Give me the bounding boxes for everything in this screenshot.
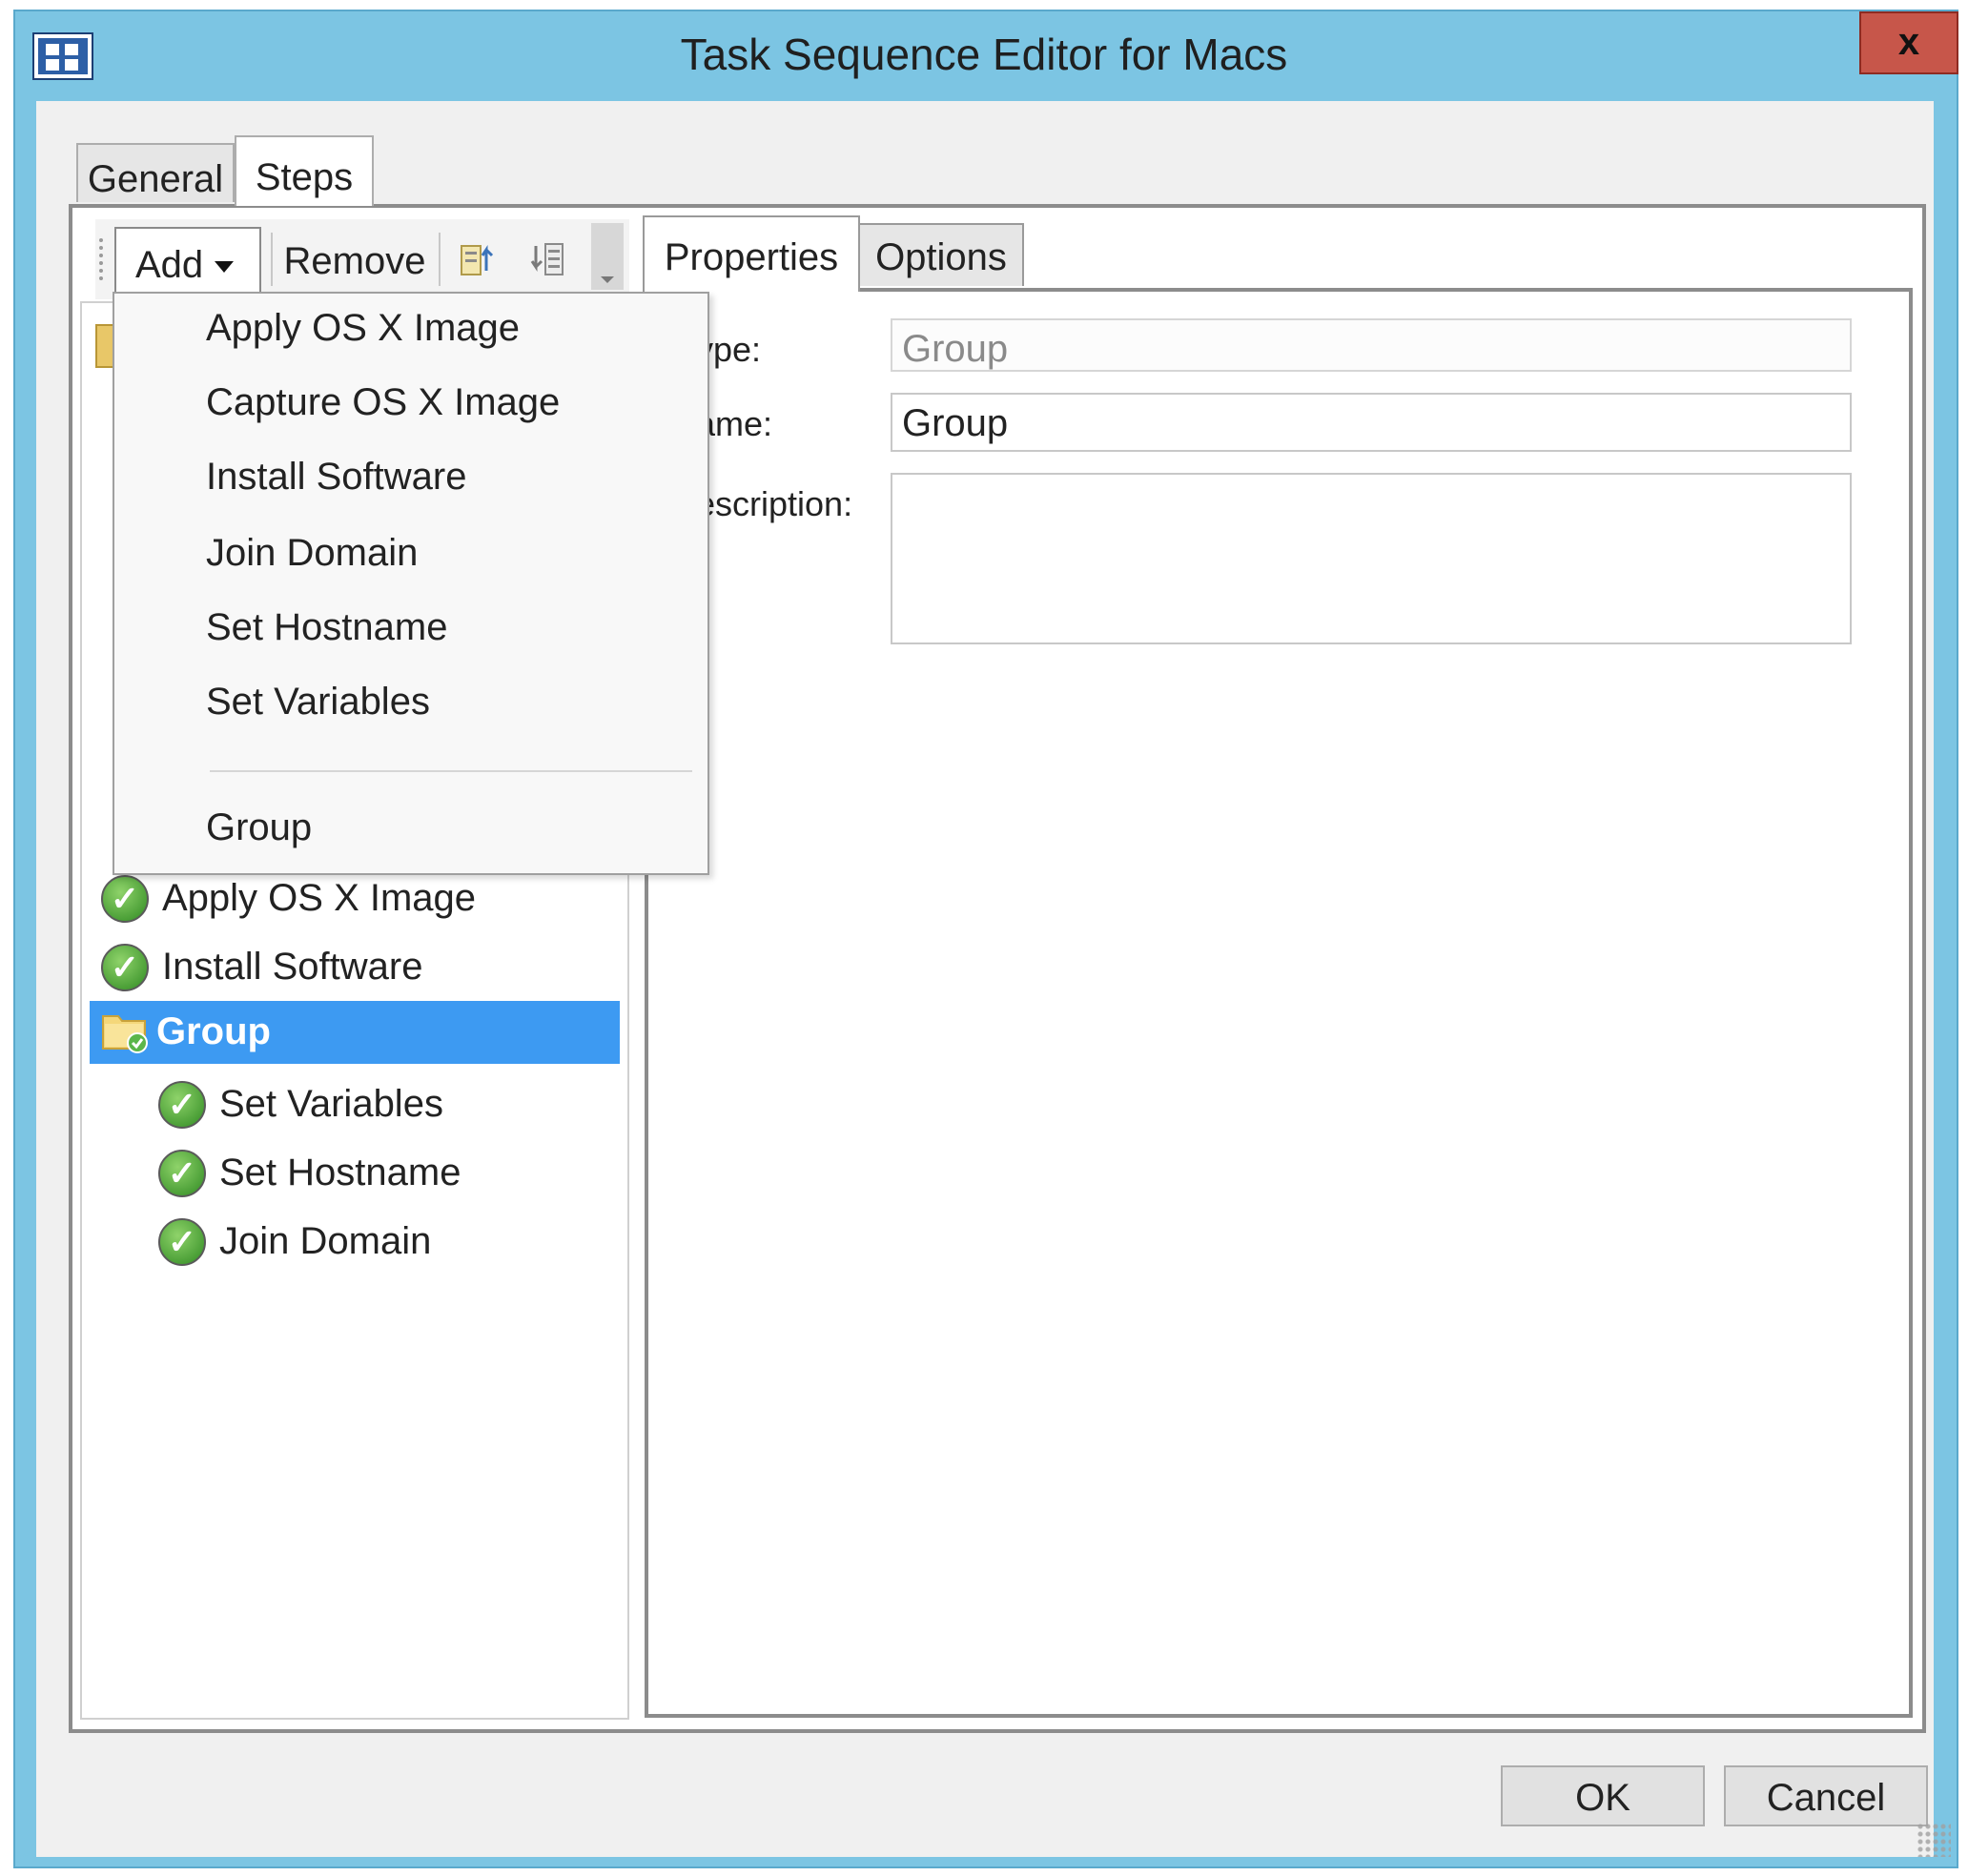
menu-item-join-domain[interactable]: Join Domain [116,522,706,589]
tree-item[interactable]: Install Software [95,936,610,999]
tree-item[interactable]: Set Hostname [95,1142,610,1205]
tree-item-label: Join Domain [219,1220,432,1262]
toolbar-separator [439,233,441,286]
toolbar-separator [271,233,273,286]
folder-icon [101,1007,151,1056]
tree-item-label: Group [156,1010,271,1052]
add-label: Add [135,244,204,286]
toolbar-overflow-button[interactable] [591,223,624,290]
check-icon [158,1081,206,1129]
move-up-icon[interactable] [458,238,502,282]
add-dropdown-menu: Apply OS X Image Capture OS X Image Inst… [113,292,709,875]
tree-item[interactable]: Apply OS X Image [95,867,610,930]
check-icon [101,875,149,923]
tab-steps[interactable]: Steps [235,135,374,206]
tree-item-label: Install Software [162,946,423,988]
description-field[interactable] [891,473,1852,644]
tree-item[interactable]: Join Domain [95,1211,610,1274]
menu-item-install-software[interactable]: Install Software [116,446,706,513]
tab-general[interactable]: General [76,143,235,202]
tab-properties[interactable]: Properties [643,215,860,292]
type-field: Group [891,318,1852,372]
menu-item-set-hostname[interactable]: Set Hostname [116,597,706,663]
tree-item[interactable]: Set Variables [95,1073,610,1136]
description-label: escription: [696,484,853,523]
chevron-down-icon [215,261,235,274]
check-icon [158,1218,206,1266]
tree-item-label: Apply OS X Image [162,877,477,919]
close-button[interactable]: x [1859,11,1958,74]
menu-item-capture-os-x-image[interactable]: Capture OS X Image [116,372,706,438]
check-icon [158,1150,206,1197]
resize-grip[interactable] [1917,1823,1951,1857]
menu-item-apply-os-x-image[interactable]: Apply OS X Image [116,297,706,364]
menu-item-set-variables[interactable]: Set Variables [116,671,706,738]
menu-separator [210,770,692,772]
toolbar-grip[interactable] [99,238,105,280]
name-field[interactable]: Group [891,393,1852,452]
add-button[interactable]: Add [114,227,261,296]
cancel-button[interactable]: Cancel [1724,1765,1928,1826]
tab-options[interactable]: Options [858,223,1024,286]
tree-item-label: Set Variables [219,1083,443,1125]
tree-item-selected[interactable]: Group [90,1001,620,1064]
remove-button[interactable]: Remove [278,233,431,292]
menu-item-group[interactable]: Group [116,797,706,864]
check-icon [101,944,149,991]
window-title: Task Sequence Editor for Macs [680,30,1288,79]
move-down-icon[interactable] [524,238,568,282]
ok-button[interactable]: OK [1501,1765,1705,1826]
tree-item-label: Set Hostname [219,1152,461,1193]
